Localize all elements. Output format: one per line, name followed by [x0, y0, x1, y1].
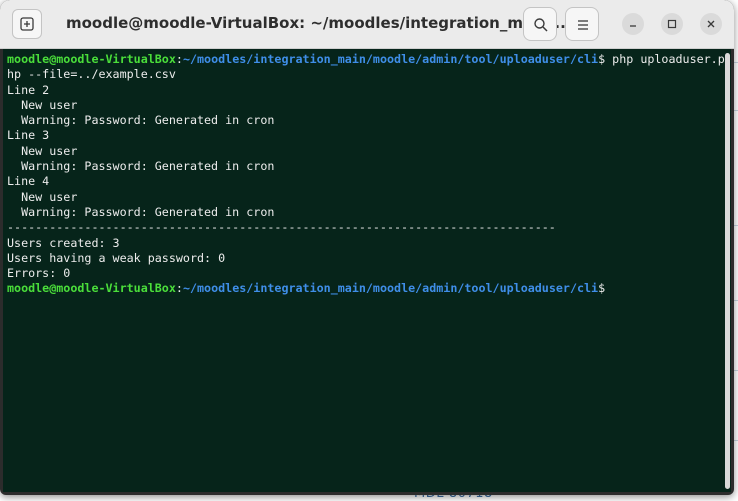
output-line: New user: [7, 189, 78, 204]
menu-button[interactable]: [565, 7, 599, 41]
prompt-user: moodle@moodle-VirtualBox: [7, 52, 176, 66]
command-text-continued: hp --file=../example.csv: [7, 67, 176, 82]
new-tab-button[interactable]: [12, 9, 42, 39]
output-line: Users created: 3: [7, 235, 120, 250]
command-text: $ php uploaduser.p: [598, 52, 725, 66]
output-line: Line 2: [7, 82, 50, 97]
output-line: Warning: Password: Generated in cron: [7, 204, 275, 219]
prompt-separator: :: [175, 281, 183, 296]
prompt-path: ~/moodles/integration_main/moodle/admin/…: [182, 281, 599, 296]
terminal-scrollbar[interactable]: [725, 53, 730, 489]
minimize-button[interactable]: [622, 13, 644, 35]
prompt-user: moodle@moodle-VirtualBox: [7, 281, 176, 296]
terminal-output: moodle@moodle-VirtualBox:~/moodles/integ…: [7, 52, 725, 297]
prompt-dollar: $: [598, 281, 606, 296]
close-button[interactable]: [700, 13, 722, 35]
terminal-area[interactable]: moodle@moodle-VirtualBox:~/moodles/integ…: [3, 49, 731, 492]
output-line: Line 4: [7, 174, 50, 189]
output-line: Line 3: [7, 128, 50, 143]
prompt-path: ~/moodles/integration_main/moodle/admin/…: [182, 52, 599, 66]
title-bar: moodle@moodle-VirtualBox: ~/moodles/inte…: [0, 0, 734, 49]
output-line: New user: [7, 143, 78, 158]
search-button[interactable]: [523, 7, 557, 41]
output-line: Users having a weak password: 0: [7, 250, 226, 265]
output-line: New user: [7, 97, 78, 112]
prompt-separator: :: [175, 52, 183, 66]
output-separator-line: ----------------------------------------…: [7, 220, 556, 235]
output-line: Warning: Password: Generated in cron: [7, 159, 275, 174]
terminal-window: moodle@moodle-VirtualBox: ~/moodles/inte…: [0, 0, 734, 495]
output-line: Errors: 0: [7, 266, 71, 281]
maximize-button[interactable]: [661, 13, 683, 35]
window-title: moodle@moodle-VirtualBox: ~/moodles/inte…: [66, 14, 572, 32]
output-line: Warning: Password: Generated in cron: [7, 113, 275, 128]
